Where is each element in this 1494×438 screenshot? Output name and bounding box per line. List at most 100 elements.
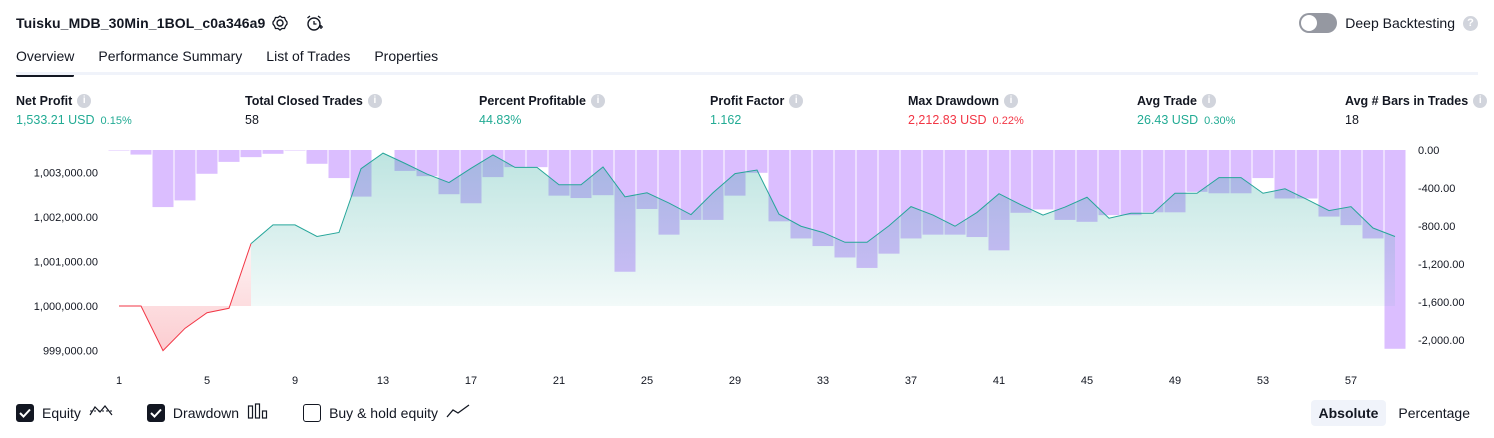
metric-value: 18 xyxy=(1345,113,1359,127)
metric-profit-factor: Profit Factor i 1.162 xyxy=(710,92,804,127)
left-axis-tick-label: 1,003,000.00 xyxy=(34,167,98,179)
x-axis-tick-label: 17 xyxy=(465,375,477,387)
drawdown-bar xyxy=(746,150,768,173)
alarm-add-icon[interactable] xyxy=(304,13,324,33)
equity-drawdown-chart[interactable]: 1,003,000.00 1,002,000.00 1,001,000.00 1,00… xyxy=(0,140,1494,392)
metric-percent: 0.22% xyxy=(992,115,1024,127)
x-axis-tick-label: 21 xyxy=(553,375,565,387)
drawdown-bar xyxy=(1098,150,1120,216)
legend-label: Equity xyxy=(42,404,81,421)
metric-percent-profitable: Percent Profitable i 44.83% xyxy=(479,92,605,127)
metric-label: Total Closed Trades xyxy=(245,94,363,108)
metric-label: Avg # Bars in Trades xyxy=(1345,94,1469,108)
metric-label: Avg Trade xyxy=(1137,94,1197,108)
left-axis-tick-label: 1,002,000.00 xyxy=(34,212,98,224)
chart-legend: Equity Drawdown Buy & hold equity xyxy=(16,403,504,422)
report-tabs: Overview Performance Summary List of Tra… xyxy=(16,48,438,77)
drawdown-bar xyxy=(328,150,350,179)
help-icon[interactable]: ? xyxy=(1463,15,1478,31)
deep-backtesting-toggle[interactable] xyxy=(1299,13,1338,33)
left-axis: 1,003,000.00 1,002,000.00 1,001,000.00 1,00… xyxy=(34,167,98,357)
toggle-knob xyxy=(1301,15,1318,31)
drawdown-bar xyxy=(1032,150,1054,210)
tab-overview[interactable]: Overview xyxy=(16,48,75,77)
metric-percent: 0.30% xyxy=(1204,115,1236,127)
value-mode-switch: Absolute Percentage xyxy=(1310,400,1479,426)
right-axis: 0.00 -400.00 -800.00 -1,200.00 -1,600.00 -2,0… xyxy=(1418,145,1464,347)
info-icon[interactable]: i xyxy=(367,94,382,108)
x-axis-tick-label: 1 xyxy=(116,375,122,387)
metric-avg-bars-in-trades: Avg # Bars in Trades i 18 xyxy=(1345,92,1488,127)
drawdown-bar xyxy=(262,150,284,154)
buy-hold-line-icon xyxy=(446,403,470,422)
info-icon[interactable]: i xyxy=(1004,94,1018,108)
x-axis-tick-label: 37 xyxy=(905,375,917,387)
equity-line-negative xyxy=(119,243,252,352)
deep-backtesting-control: Deep Backtesting ? xyxy=(1299,13,1478,33)
legend-label: Buy & hold equity xyxy=(329,404,439,421)
drawdown-bar xyxy=(240,150,262,158)
tab-performance-summary[interactable]: Performance Summary xyxy=(98,48,242,75)
legend-label: Drawdown xyxy=(172,404,240,421)
checkbox-checked[interactable] xyxy=(16,403,34,422)
equity-area-negative xyxy=(119,243,251,351)
metric-max-drawdown: Max Drawdown i 2,212.83 USD 0.22% xyxy=(908,92,1024,127)
metric-net-profit: Net Profit i 1,533.21 USD 0.15% xyxy=(16,92,132,127)
drawdown-bar xyxy=(1186,150,1208,192)
info-icon[interactable]: i xyxy=(1473,94,1488,108)
x-axis-tick-label: 49 xyxy=(1169,375,1181,387)
drawdown-bar xyxy=(306,150,328,164)
metric-value: 1,533.21 USD xyxy=(16,113,95,127)
x-axis-tick-label: 29 xyxy=(729,375,741,387)
metric-total-closed-trades: Total Closed Trades i 58 xyxy=(245,92,382,127)
x-axis-tick-label: 13 xyxy=(377,375,389,387)
strategy-title: Tuisku_MDB_30Min_1BOL_c0a346a9 xyxy=(16,15,266,31)
deep-backtesting-label: Deep Backtesting xyxy=(1345,15,1455,31)
info-icon[interactable]: i xyxy=(1201,94,1216,108)
legend-equity[interactable]: Equity xyxy=(16,403,113,422)
x-axis-tick-label: 25 xyxy=(641,375,653,387)
right-axis-tick-label: 0.00 xyxy=(1418,145,1439,157)
left-axis-tick-label: 1,000,000.00 xyxy=(34,301,98,313)
equity-line-icon xyxy=(89,404,113,421)
right-axis-tick-label: -2,000.00 xyxy=(1418,335,1464,347)
metric-label: Percent Profitable xyxy=(479,94,586,108)
metric-value: 1.162 xyxy=(710,113,742,127)
info-icon[interactable]: i xyxy=(77,94,92,108)
right-axis-tick-label: -1,600.00 xyxy=(1418,297,1464,309)
x-axis: 1 5 9 13 17 21 25 29 33 37 41 45 49 53 57 xyxy=(116,375,1357,387)
info-icon[interactable]: i xyxy=(590,94,605,108)
checkbox-checked[interactable] xyxy=(146,403,165,422)
drawdown-bar xyxy=(1120,150,1142,216)
checkbox-unchecked[interactable] xyxy=(303,403,322,422)
x-axis-tick-label: 33 xyxy=(817,375,829,387)
legend-drawdown[interactable]: Drawdown xyxy=(146,403,269,422)
drawdown-bar xyxy=(1296,150,1318,199)
absolute-button[interactable]: Absolute xyxy=(1310,400,1387,426)
tab-properties[interactable]: Properties xyxy=(374,48,438,75)
info-icon[interactable]: i xyxy=(789,94,804,108)
metric-avg-trade: Avg Trade i 26.43 USD 0.30% xyxy=(1137,92,1235,127)
drawdown-bar xyxy=(174,150,196,201)
settings-icon[interactable] xyxy=(270,13,290,33)
x-axis-tick-label: 41 xyxy=(993,375,1005,387)
right-axis-tick-label: -1,200.00 xyxy=(1418,259,1464,271)
metric-value: 26.43 USD xyxy=(1137,113,1199,127)
drawdown-bar xyxy=(130,150,152,155)
legend-buy-hold-equity[interactable]: Buy & hold equity xyxy=(303,403,470,422)
x-axis-tick-label: 53 xyxy=(1257,375,1269,387)
x-axis-tick-label: 9 xyxy=(292,375,298,387)
x-axis-tick-label: 45 xyxy=(1081,375,1093,387)
drawdown-bar xyxy=(1142,150,1164,213)
drawdown-bar xyxy=(218,150,240,162)
metric-percent: 0.15% xyxy=(100,115,132,127)
tab-list-of-trades[interactable]: List of Trades xyxy=(266,48,350,75)
left-axis-tick-label: 1,001,000.00 xyxy=(34,256,98,268)
x-axis-tick-label: 57 xyxy=(1345,375,1357,387)
x-axis-tick-label: 5 xyxy=(204,375,210,387)
percentage-button[interactable]: Percentage xyxy=(1390,400,1478,426)
right-axis-tick-label: -800.00 xyxy=(1418,221,1455,233)
metric-label: Profit Factor xyxy=(710,94,785,108)
metric-value: 2,212.83 USD xyxy=(908,113,987,127)
metric-value: 44.83% xyxy=(479,113,522,127)
